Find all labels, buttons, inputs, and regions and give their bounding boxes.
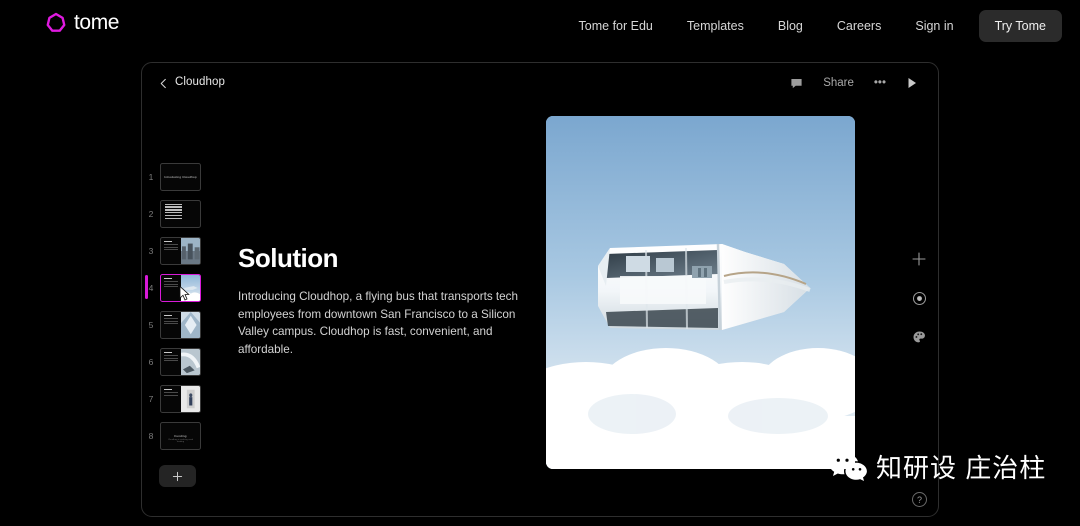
nav-link-careers[interactable]: Careers <box>820 11 898 41</box>
nav-link-sign-in[interactable]: Sign in <box>898 11 970 41</box>
thumbnail-title: Funding <box>174 433 187 438</box>
thumbnail-image-interior <box>180 311 200 338</box>
theme-button[interactable] <box>908 287 930 309</box>
palette-icon <box>913 331 925 342</box>
app-window: Cloudhop Share ••• 1 Introducing Cloudho… <box>141 62 939 517</box>
thumbnail-preview[interactable] <box>160 384 201 413</box>
more-options-button[interactable]: ••• <box>864 72 896 94</box>
add-block-button[interactable] <box>908 248 930 270</box>
chevron-left-icon <box>160 78 166 88</box>
thumbnail-preview[interactable] <box>160 199 201 228</box>
thumbnail-number: 6 <box>148 356 154 367</box>
nav-link-blog[interactable]: Blog <box>761 11 820 41</box>
present-button[interactable] <box>896 72 928 94</box>
nav-link-tome-for-edu[interactable]: Tome for Edu <box>562 11 670 41</box>
thumbnail-item-2[interactable]: 2 <box>142 198 217 229</box>
thumbnail-item-1[interactable]: 1 Introducing Cloudhop <box>142 161 217 192</box>
try-tome-button[interactable]: Try Tome <box>978 10 1062 42</box>
slide-text-block: Solution Introducing Cloudhop, a flying … <box>238 243 528 358</box>
thumbnail-preview[interactable]: Introducing Cloudhop <box>160 162 201 191</box>
thumbnail-subtitle: Cloudhop is seeking seed funding <box>167 438 194 443</box>
thumbnail-text-block <box>161 312 181 338</box>
help-button[interactable]: ? <box>912 492 927 507</box>
thumbnail-image-city <box>180 237 200 264</box>
thumbnail-item-7[interactable]: 7 <box>142 383 217 414</box>
add-slide-button[interactable] <box>159 465 196 487</box>
thumbnail-item-6[interactable]: 6 <box>142 346 217 377</box>
plus-icon <box>172 471 183 481</box>
brand-name: tome <box>74 11 120 34</box>
back-button[interactable] <box>153 73 173 93</box>
thumbnail-text-block <box>161 349 181 375</box>
target-circle-icon <box>912 291 926 305</box>
thumbnail-number: 3 <box>148 245 154 256</box>
comment-button[interactable] <box>780 72 813 94</box>
primary-nav: Tome for Edu Templates Blog Careers Sign… <box>562 10 1062 42</box>
selection-indicator <box>145 275 148 299</box>
thumbnail-preview[interactable] <box>160 347 201 376</box>
thumbnail-number: 2 <box>148 208 154 219</box>
thumbnail-number: 7 <box>148 393 154 404</box>
thumbnail-item-8[interactable]: 8 Funding Cloudhop is seeking seed fundi… <box>142 420 217 451</box>
brand-logo[interactable]: tome <box>45 12 119 34</box>
nav-link-templates[interactable]: Templates <box>670 11 761 41</box>
thumbnail-image-curve <box>180 348 200 375</box>
thumbnail-number: 5 <box>148 319 154 330</box>
palette-button[interactable] <box>908 326 930 348</box>
flying-bus-illustration <box>546 116 855 469</box>
thumbnail-item-5[interactable]: 5 <box>142 309 217 340</box>
app-toolbar: Cloudhop Share ••• <box>142 63 938 103</box>
thumbnail-text-block <box>161 275 181 301</box>
tome-logo-icon <box>46 12 66 32</box>
toolbar-actions: Share ••• <box>780 72 928 94</box>
thumbnail-item-3[interactable]: 3 <box>142 235 217 266</box>
slide-body-text: Introducing Cloudhop, a flying bus that … <box>238 290 519 356</box>
share-button[interactable]: Share <box>813 72 864 94</box>
comment-bubble-icon <box>791 78 802 88</box>
thumbnail-preview[interactable] <box>160 310 201 339</box>
thumbnail-text-block <box>161 238 181 264</box>
thumbnail-preview[interactable] <box>160 236 201 265</box>
thumbnail-text-block <box>161 386 181 412</box>
site-header: tome Tome for Edu Templates Blog Careers… <box>0 0 1080 52</box>
slide-title: Solution <box>238 243 338 273</box>
deck-title: Cloudhop <box>175 76 226 88</box>
play-icon <box>908 78 916 88</box>
slide-hero-image[interactable] <box>546 116 855 469</box>
canvas-tool-rail <box>908 248 930 348</box>
plus-icon <box>912 252 926 266</box>
thumbnail-number: 8 <box>148 430 154 441</box>
slide-thumbnail-rail: 1 Introducing Cloudhop 2 3 4 5 6 7 8 Fun… <box>142 103 217 516</box>
thumbnail-number: 1 <box>148 171 154 182</box>
thumbnail-item-4[interactable]: 4 <box>142 272 217 303</box>
thumbnail-list <box>161 201 200 224</box>
thumbnail-title: Introducing Cloudhop <box>164 174 197 179</box>
thumbnail-preview[interactable]: Funding Cloudhop is seeking seed funding <box>160 421 201 450</box>
mouse-cursor-icon <box>179 286 190 301</box>
thumbnail-image-person <box>180 385 200 412</box>
